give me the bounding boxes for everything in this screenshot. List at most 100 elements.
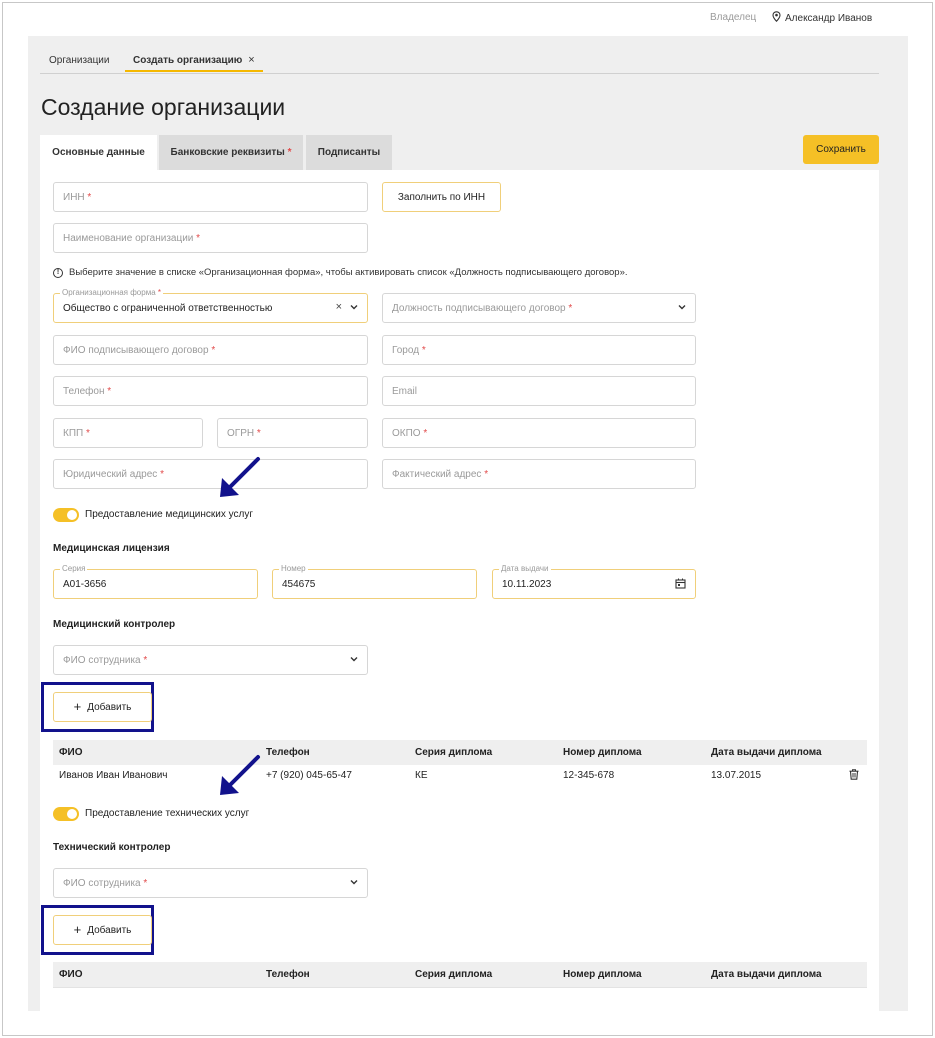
cell-diploma-series: КЕ xyxy=(415,770,428,781)
actual-address-placeholder: Фактический адрес xyxy=(392,468,482,480)
plus-icon: + xyxy=(73,699,82,714)
license-number-field[interactable]: Номер 454675 xyxy=(272,564,477,599)
medical-add-button[interactable]: + Добавить xyxy=(53,692,152,722)
cell-phone: +7 (920) 045-65-47 xyxy=(266,770,352,781)
city-placeholder: Город xyxy=(392,344,420,356)
ogrn-field[interactable]: ОГРН * xyxy=(217,418,368,448)
phone-field[interactable]: Телефон * xyxy=(53,376,368,406)
org-name-field[interactable]: Наименование организации * xyxy=(53,223,368,253)
column-header: Дата выдачи диплома xyxy=(711,969,822,980)
inn-placeholder: ИНН xyxy=(63,191,85,203)
medical-services-toggle[interactable] xyxy=(53,508,79,522)
annotation-arrow-icon xyxy=(220,457,260,497)
city-field[interactable]: Город * xyxy=(382,335,696,365)
required-mark: * xyxy=(160,468,164,480)
technical-employee-select[interactable]: ФИО сотрудника * xyxy=(53,868,368,898)
signer-position-select[interactable]: Должность подписывающего договор * xyxy=(382,293,696,323)
calendar-icon[interactable] xyxy=(675,578,686,591)
tab-organizations[interactable]: Организации xyxy=(49,50,109,72)
license-number-label: Номер xyxy=(279,564,308,573)
required-mark: * xyxy=(421,344,426,356)
tab-basic-data[interactable]: Основные данные xyxy=(40,135,157,170)
kpp-placeholder: КПП xyxy=(63,427,84,439)
chevron-down-icon[interactable] xyxy=(350,877,358,887)
license-series-label: Серия xyxy=(60,564,88,573)
technical-controller-title: Технический контролер xyxy=(53,842,171,853)
license-date-field[interactable]: Дата выдачи 10.11.2023 xyxy=(492,564,696,599)
column-header: Телефон xyxy=(266,747,310,758)
email-field[interactable]: Email xyxy=(382,376,696,406)
add-label: Добавить xyxy=(87,924,132,936)
clear-icon[interactable]: × xyxy=(336,301,342,313)
email-placeholder: Email xyxy=(392,385,418,397)
org-form-label: Организационная форма * xyxy=(60,288,163,297)
required-mark: * xyxy=(107,385,112,397)
hint-text: Выберите значение в списке «Организацион… xyxy=(69,267,628,278)
required-mark: * xyxy=(484,468,489,480)
medical-employee-select[interactable]: ФИО сотрудника * xyxy=(53,645,368,675)
license-series-field[interactable]: Серия А01-3656 xyxy=(53,564,258,599)
technical-table-header: ФИО Телефон Серия диплома Номер диплома … xyxy=(53,962,867,987)
page-title: Создание организации xyxy=(41,94,286,120)
required-mark: * xyxy=(85,427,90,439)
tab-bank-details-label: Банковские реквизиты xyxy=(170,147,285,158)
required-mark: * xyxy=(143,654,148,666)
user-name: Александр Иванов xyxy=(785,12,873,24)
legal-address-field[interactable]: Юридический адрес * xyxy=(53,459,368,489)
kpp-field[interactable]: КПП * xyxy=(53,418,203,448)
cell-diploma-date: 13.07.2015 xyxy=(711,770,762,781)
signer-name-field[interactable]: ФИО подписывающего договор * xyxy=(53,335,368,365)
employee-placeholder: ФИО сотрудника xyxy=(63,654,141,666)
ogrn-placeholder: ОГРН xyxy=(227,427,255,439)
column-header: ФИО xyxy=(59,747,83,758)
hint-message: ! Выберите значение в списке «Организаци… xyxy=(53,267,628,278)
license-date-label: Дата выдачи xyxy=(499,564,551,573)
close-icon[interactable]: × xyxy=(248,55,254,70)
column-header: Номер диплома xyxy=(563,747,642,758)
save-button[interactable]: Сохранить xyxy=(803,135,879,164)
chevron-down-icon[interactable] xyxy=(350,654,358,664)
trash-icon[interactable] xyxy=(849,769,859,783)
tab-bank-details[interactable]: Банковские реквизиты * xyxy=(159,135,303,170)
column-header: Телефон xyxy=(266,969,310,980)
annotation-arrow-icon xyxy=(220,755,260,795)
medical-controller-title: Медицинский контролер xyxy=(53,619,176,630)
chevron-down-icon[interactable] xyxy=(678,302,686,312)
org-form-select[interactable]: Организационная форма * Общество с огран… xyxy=(53,288,368,323)
user-menu[interactable]: Александр Иванов xyxy=(772,11,872,25)
column-header: Серия диплома xyxy=(415,747,493,758)
technical-add-button[interactable]: + Добавить xyxy=(53,915,152,945)
license-number-value: 454675 xyxy=(282,578,316,590)
tab-signatories[interactable]: Подписанты xyxy=(306,135,392,170)
technical-services-toggle[interactable] xyxy=(53,807,79,821)
required-mark: * xyxy=(287,147,292,158)
legal-address-placeholder: Юридический адрес xyxy=(63,468,158,480)
medical-license-title: Медицинская лицензия xyxy=(53,543,170,554)
info-icon: ! xyxy=(53,267,63,278)
tab-create-organization[interactable]: Создать организацию × xyxy=(125,50,263,72)
required-mark: * xyxy=(256,427,261,439)
plus-icon: + xyxy=(73,922,82,937)
tabs-divider xyxy=(40,73,879,74)
required-mark: * xyxy=(143,877,148,889)
actual-address-field[interactable]: Фактический адрес * xyxy=(382,459,696,489)
required-mark: * xyxy=(568,302,573,314)
phone-placeholder: Телефон xyxy=(63,385,105,397)
license-date-value: 10.11.2023 xyxy=(502,578,552,590)
technical-services-label: Предоставление технических услуг xyxy=(85,808,250,819)
table-row: Иванов Иван Иванович +7 (920) 045-65-47 … xyxy=(53,765,867,789)
required-mark: * xyxy=(87,191,92,203)
inn-field[interactable]: ИНН * xyxy=(53,182,368,212)
add-label: Добавить xyxy=(87,701,132,713)
fill-by-inn-button[interactable]: Заполнить по ИНН xyxy=(382,182,501,212)
medical-table-header: ФИО Телефон Серия диплома Номер диплома … xyxy=(53,740,867,765)
column-header: Серия диплома xyxy=(415,969,493,980)
table-divider xyxy=(53,987,867,988)
chevron-down-icon[interactable] xyxy=(350,302,358,312)
cell-diploma-number: 12-345-678 xyxy=(563,770,615,781)
org-name-placeholder: Наименование организации xyxy=(63,232,194,244)
okpo-field[interactable]: ОКПО * xyxy=(382,418,696,448)
employee-placeholder: ФИО сотрудника xyxy=(63,877,141,889)
owner-label: Владелец xyxy=(710,12,757,23)
license-series-value: А01-3656 xyxy=(63,578,107,590)
